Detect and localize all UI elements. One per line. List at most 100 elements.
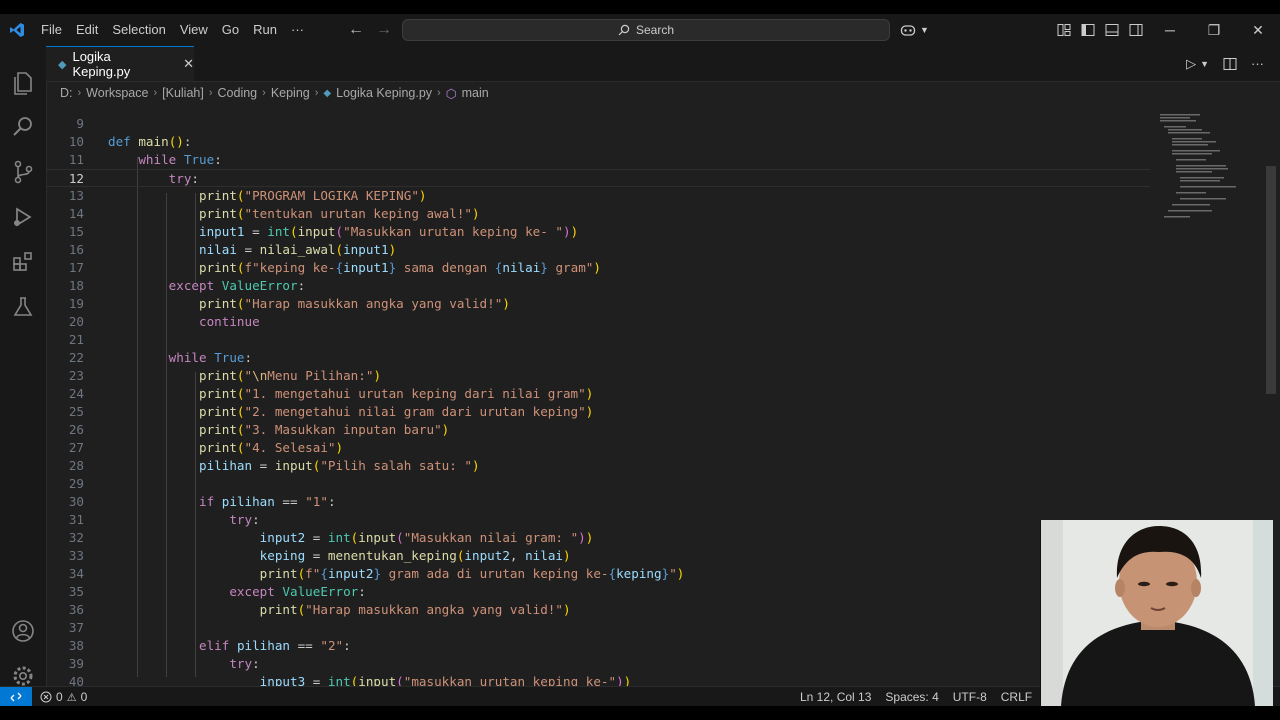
warning-icon: ⚠ (66, 691, 77, 704)
menu-file[interactable]: File (34, 14, 69, 46)
token: input (274, 458, 313, 473)
menu-view[interactable]: View (173, 14, 215, 46)
menu-edit[interactable]: Edit (69, 14, 105, 46)
code-text: except ValueError: (229, 584, 366, 599)
arrow-left-icon[interactable]: ← (348, 21, 364, 39)
minimize-icon[interactable]: ─ (1148, 22, 1192, 38)
line-number: 39 (68, 656, 84, 671)
breadcrumb-coding[interactable]: Coding (218, 86, 258, 100)
line-number: 25 (68, 404, 84, 419)
line-number: 26 (68, 422, 84, 437)
token: Menu Pilihan:" (267, 368, 374, 383)
breadcrumb-file[interactable]: Logika Keping.py (336, 86, 432, 100)
code-line: 15 input1 = int(input("Masukkan urutan k… (46, 223, 1150, 241)
account-icon[interactable] (10, 618, 36, 644)
line-number: 38 (68, 638, 84, 653)
code-line: 40 input3 = int(input("masukkan urutan k… (46, 673, 1150, 686)
token: menentukan_keping (327, 548, 457, 563)
chevron-down-icon[interactable]: ▼ (1200, 59, 1209, 69)
minimap[interactable] (1158, 112, 1248, 222)
status-right-items: Ln 12, Col 13 Spaces: 4 UTF-8 CRLF {} (800, 687, 1054, 706)
code-line: 38 elif pilihan == "2": (46, 637, 1150, 655)
line-number: 13 (68, 188, 84, 203)
code-line: 25 print("2. mengetahui nilai gram dari … (46, 403, 1150, 421)
split-editor-icon[interactable] (1223, 57, 1237, 71)
breadcrumb-drive[interactable]: D: (60, 86, 73, 100)
testing-flask-icon[interactable] (10, 294, 36, 320)
line-number: 37 (68, 620, 84, 635)
token: def (108, 134, 131, 149)
token: input1 (343, 260, 389, 275)
token: main (138, 134, 169, 149)
line-number: 32 (68, 530, 84, 545)
token: if (199, 494, 215, 509)
code-text: print(f"{input2} gram ada di urutan kepi… (259, 566, 685, 581)
extensions-icon[interactable] (10, 249, 36, 275)
command-center-search[interactable]: Search (402, 19, 890, 41)
token: while (168, 350, 207, 365)
token: "1. mengetahui urutan keping dari nilai … (244, 386, 586, 401)
token: except (229, 584, 275, 599)
line-number: 30 (68, 494, 84, 509)
code-line: 20 continue (46, 313, 1150, 331)
line-number: 23 (68, 368, 84, 383)
indentation[interactable]: Spaces: 4 (885, 690, 938, 704)
line-number: 31 (68, 512, 84, 527)
token: ValueError (221, 278, 298, 293)
line-number: 27 (68, 440, 84, 455)
source-control-icon[interactable] (10, 159, 36, 185)
code-text: print("2. mengetahui nilai gram dari uru… (199, 404, 594, 419)
menu-run[interactable]: Run (246, 14, 284, 46)
chevron-right-icon: › (153, 87, 158, 99)
line-number: 9 (76, 116, 84, 131)
token: print (199, 296, 237, 311)
problems-indicator[interactable]: 0 ⚠ 0 (40, 687, 87, 706)
close-tab-icon[interactable]: ✕ (183, 56, 194, 72)
search-icon[interactable] (10, 114, 36, 140)
token: print (199, 188, 237, 203)
token: keping (616, 566, 662, 581)
copilot-menu[interactable]: ▼ (900, 14, 929, 46)
token: sama dengan (396, 260, 495, 275)
toggle-panel-icon[interactable] (1104, 22, 1120, 38)
more-actions-icon[interactable]: ··· (1251, 56, 1264, 71)
line-number: 14 (68, 206, 84, 221)
menu-more[interactable]: ··· (284, 14, 311, 46)
editor-scrollbar[interactable] (1266, 166, 1276, 394)
token: while (138, 152, 177, 167)
token: "Pilih salah satu: " (320, 458, 472, 473)
encoding[interactable]: UTF-8 (953, 690, 987, 704)
breadcrumb-keping[interactable]: Keping (271, 86, 310, 100)
token: print (259, 602, 298, 617)
token: print (199, 260, 237, 275)
run-debug-icon[interactable] (10, 204, 36, 230)
restore-icon[interactable]: ❐ (1192, 22, 1236, 39)
token: "Harap masukkan angka yang valid!" (244, 296, 503, 311)
run-python-file-icon[interactable]: ▷ (1186, 56, 1196, 72)
end-of-line[interactable]: CRLF (1001, 690, 1032, 704)
tab-logika-keping[interactable]: ◆ Logika Keping.py ✕ (46, 46, 194, 81)
code-text: input3 = int(input("masukkan urutan kepi… (108, 673, 632, 686)
search-icon (618, 24, 630, 36)
remote-indicator-icon[interactable] (0, 687, 32, 706)
code-line: 35 except ValueError: (46, 583, 1150, 601)
toggle-secondary-sidebar-icon[interactable] (1128, 22, 1144, 38)
toggle-primary-sidebar-icon[interactable] (1080, 22, 1096, 38)
explorer-icon[interactable] (10, 70, 36, 96)
breadcrumb-workspace[interactable]: Workspace (86, 86, 148, 100)
breadcrumb-symbol[interactable]: main (462, 86, 489, 100)
title-bar: File Edit Selection View Go Run ··· ← → … (0, 14, 1280, 46)
code-text: print("\nMenu Pilihan:") (199, 368, 382, 383)
customize-layout-icon[interactable] (1056, 22, 1072, 38)
arrow-right-icon[interactable]: → (376, 21, 392, 39)
code-text: nilai = nilai_awal(input1) (199, 242, 397, 257)
menu-go[interactable]: Go (215, 14, 246, 46)
close-window-icon[interactable]: ✕ (1236, 22, 1280, 39)
vscode-logo-icon (0, 14, 34, 46)
code-line: 30 if pilihan == "1": (46, 493, 1150, 511)
menu-selection[interactable]: Selection (105, 14, 172, 46)
code-line: 39 try: (46, 655, 1150, 673)
cursor-position[interactable]: Ln 12, Col 13 (800, 690, 871, 704)
breadcrumb-kuliah[interactable]: [Kuliah] (162, 86, 204, 100)
code-editor[interactable]: 9 10 def main(): 11 while True: 12 try: 1… (46, 103, 1150, 686)
